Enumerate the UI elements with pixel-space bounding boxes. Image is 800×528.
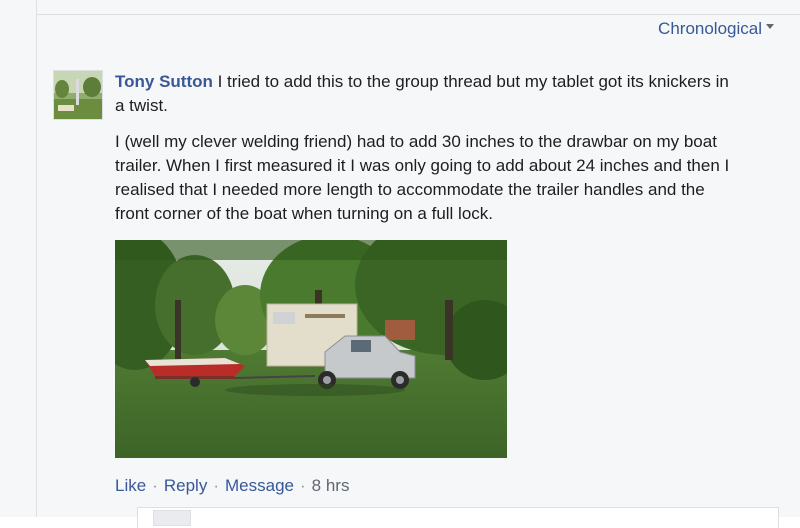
comment-timestamp[interactable]: 8 hrs xyxy=(312,476,350,496)
chevron-down-icon xyxy=(766,23,774,29)
comment-photo[interactable] xyxy=(115,240,507,458)
separator: · xyxy=(213,476,219,495)
comment-actions: Like · Reply · Message · 8 hrs xyxy=(115,476,349,496)
comments-panel: Chronological Tony Sutton I tried to add… xyxy=(37,0,800,528)
separator: · xyxy=(299,476,306,495)
reply-input-box[interactable] xyxy=(137,507,779,528)
comment-body: Tony Sutton I tried to add this to the g… xyxy=(115,70,735,458)
comment-author-link[interactable]: Tony Sutton xyxy=(115,72,213,91)
reply-avatar xyxy=(153,510,191,526)
comment-text: Tony Sutton I tried to add this to the g… xyxy=(115,70,735,118)
comment-paragraph: I (well my clever welding friend) had to… xyxy=(115,132,730,223)
avatar[interactable] xyxy=(53,70,103,120)
reply-button[interactable]: Reply xyxy=(164,476,207,496)
avatar-image xyxy=(54,71,102,119)
comment-sort-dropdown[interactable]: Chronological xyxy=(658,19,774,39)
separator: · xyxy=(152,476,158,495)
left-sidebar-edge xyxy=(0,0,37,517)
like-button[interactable]: Like xyxy=(115,476,146,496)
comment-sort-label: Chronological xyxy=(658,19,762,38)
message-button[interactable]: Message xyxy=(225,476,294,496)
divider xyxy=(37,14,800,15)
